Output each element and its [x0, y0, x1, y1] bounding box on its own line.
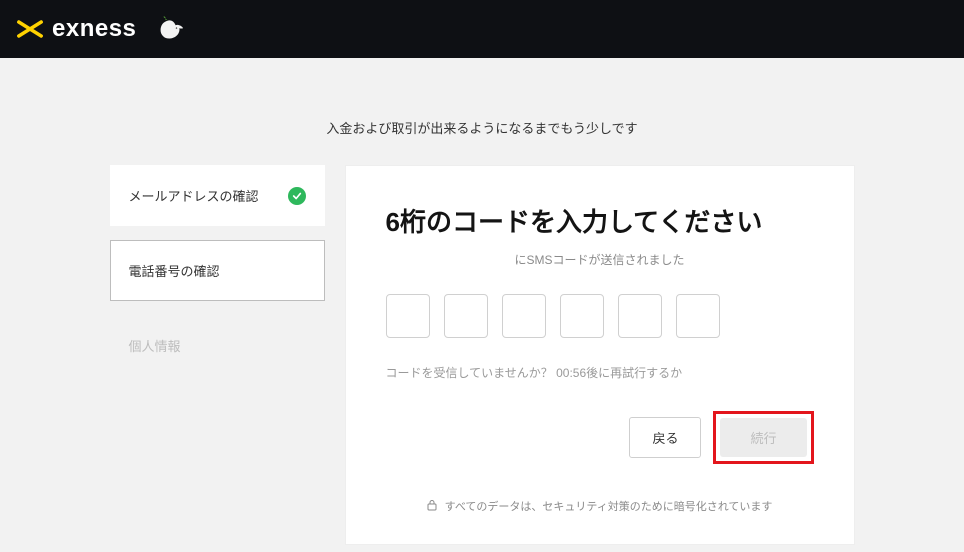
secure-text: すべてのデータは、セキュリティ対策のために暗号化されています	[445, 498, 773, 514]
code-digit-6[interactable]	[676, 294, 720, 338]
page-content: 入金および取引が出来るようになるまでもう少しです メールアドレスの確認 電話番号…	[0, 58, 964, 545]
card-title: 6桁のコードを入力してください	[386, 202, 814, 239]
code-input-row	[386, 294, 814, 338]
code-digit-4[interactable]	[560, 294, 604, 338]
back-button[interactable]: 戻る	[629, 417, 701, 458]
brand-logo[interactable]: exness	[16, 14, 184, 44]
retry-prefix: コードを受信していませんか？	[386, 366, 557, 380]
code-digit-3[interactable]	[502, 294, 546, 338]
verification-card: 6桁のコードを入力してください にSMSコードが送信されました コードを受信して…	[345, 165, 855, 545]
sidebar-step-label: メールアドレスの確認	[129, 186, 259, 205]
sidebar-step-email[interactable]: メールアドレスの確認	[110, 165, 325, 226]
brand-name: exness	[52, 15, 136, 43]
dove-icon	[154, 14, 184, 44]
retry-suffix: 後に再試行するか	[586, 366, 682, 380]
retry-message: コードを受信していませんか？ 00:56後に再試行するか	[386, 364, 814, 381]
action-row: 戻る 続行	[386, 411, 814, 464]
retry-timer: 00:56	[556, 366, 586, 380]
lock-icon	[427, 499, 437, 514]
sidebar-step-phone[interactable]: 電話番号の確認	[110, 240, 325, 301]
secure-note: すべてのデータは、セキュリティ対策のために暗号化されています	[386, 498, 814, 514]
sidebar-step-label: 個人情報	[129, 336, 181, 355]
continue-button[interactable]: 続行	[720, 418, 806, 457]
top-bar: exness	[0, 0, 964, 58]
code-digit-2[interactable]	[444, 294, 488, 338]
sidebar-step-label: 電話番号の確認	[129, 261, 220, 280]
progress-message: 入金および取引が出来るようになるまでもう少しです	[24, 58, 940, 165]
continue-highlight: 続行	[713, 411, 813, 464]
steps-sidebar: メールアドレスの確認 電話番号の確認 個人情報	[110, 165, 325, 545]
code-digit-5[interactable]	[618, 294, 662, 338]
check-icon	[288, 187, 306, 205]
card-subtitle: にSMSコードが送信されました	[386, 251, 814, 268]
brand-mark-icon	[16, 15, 44, 43]
main-layout: メールアドレスの確認 電話番号の確認 個人情報 6桁のコードを入力してください …	[24, 165, 940, 545]
sidebar-step-personal: 個人情報	[110, 315, 325, 376]
code-digit-1[interactable]	[386, 294, 430, 338]
